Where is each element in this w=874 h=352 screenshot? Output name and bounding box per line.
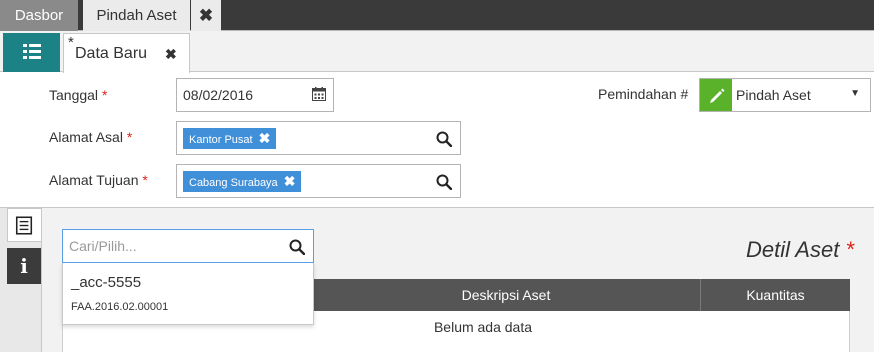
list-icon [22,44,41,59]
alamat-tujuan-tag: Cabang Surabaya ✖ [183,171,302,192]
tab-data-baru[interactable]: * Data Baru ✖ [63,33,190,73]
detail-tab-button[interactable] [7,208,41,242]
alamat-tujuan-label-text: Alamat Tujuan [49,172,139,188]
close-tab-icon[interactable]: ✖ [191,0,221,31]
alamat-asal-label: Alamat Asal * [49,129,132,145]
tab-dasbor[interactable]: Dasbor [0,0,78,31]
search-icon[interactable] [436,131,452,147]
remove-tag-icon[interactable]: ✖ [284,173,296,189]
alamat-asal-label-text: Alamat Asal [49,129,123,145]
required-marker: * [845,237,854,262]
pencil-icon[interactable] [700,79,732,111]
tanggal-label-text: Tanggal [49,87,99,103]
top-tab-bar: Dasbor Pindah Aset ✖ [0,0,874,31]
caret-down-icon: ▼ [850,88,860,99]
alamat-asal-tag-text: Kantor Pusat [189,134,253,146]
alamat-asal-tag: Kantor Pusat ✖ [183,128,277,149]
list-view-button[interactable] [3,33,60,72]
document-icon [15,216,33,235]
calendar-icon[interactable] [312,87,326,101]
column-deskripsi-aset[interactable]: Deskripsi Aset [312,279,700,311]
detail-title-text: Detil Aset [745,237,840,262]
asset-dropdown-list: _acc-5555 FAA.2016.02.00001 [62,263,314,325]
search-icon[interactable] [436,174,452,190]
remove-tag-icon[interactable]: ✖ [259,130,271,146]
pemindahan-select[interactable]: Pindah Aset ▼ [699,78,871,112]
dropdown-option[interactable]: _acc-5555 FAA.2016.02.00001 [63,263,313,325]
search-icon[interactable] [289,239,305,255]
alamat-tujuan-label: Alamat Tujuan * [49,172,148,188]
tab-pindah-aset[interactable]: Pindah Aset [83,0,190,31]
tanggal-field[interactable]: 08/02/2016 [176,78,334,112]
required-marker: * [142,172,148,188]
close-icon[interactable]: ✖ [165,46,177,63]
alamat-tujuan-tag-text: Cabang Surabaya [189,177,278,189]
alamat-asal-field[interactable]: Kantor Pusat ✖ [176,121,461,155]
tanggal-value: 08/02/2016 [183,87,254,103]
asset-search-input[interactable] [69,237,279,255]
pencil-icon-glyph [710,88,725,103]
asset-search-box[interactable] [62,229,314,263]
detail-title: Detil Aset * [746,237,854,263]
pemindahan-value: Pindah Aset [736,87,811,103]
option-number: FAA.2016.02.00001 [71,301,169,313]
required-marker: * [101,87,108,103]
pemindahan-label: Pemindahan # [598,86,689,102]
tab-data-baru-label: Data Baru [75,45,148,62]
unsaved-marker: * [68,34,74,51]
alamat-tujuan-field[interactable]: Cabang Surabaya ✖ [176,164,461,198]
document-tab-bar: * Data Baru ✖ [0,31,874,73]
tanggal-label: Tanggal * [49,87,107,103]
option-code: _acc-5555 [71,274,142,291]
required-marker: * [126,129,133,145]
column-kuantitas[interactable]: Kuantitas [700,279,850,311]
info-icon[interactable]: i [7,248,41,284]
